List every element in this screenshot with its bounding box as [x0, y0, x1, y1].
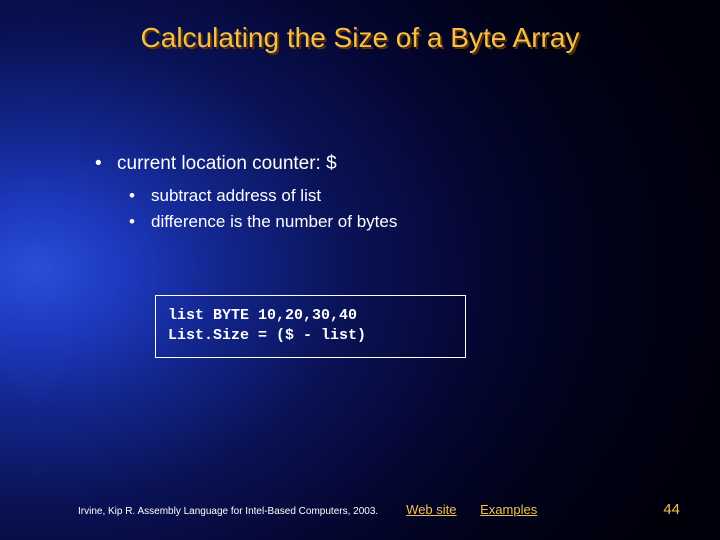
bullet-sub-1: subtract address of list: [129, 184, 660, 209]
slide: Calculating the Size of a Byte Array cur…: [0, 0, 720, 540]
footer: Irvine, Kip R. Assembly Language for Int…: [78, 501, 680, 518]
footer-links: Web site Examples: [396, 502, 547, 517]
citation-text: Irvine, Kip R. Assembly Language for Int…: [78, 506, 378, 517]
slide-body: current location counter: $ subtract add…: [95, 150, 660, 237]
link-examples[interactable]: Examples: [480, 502, 537, 517]
link-web-site[interactable]: Web site: [406, 502, 456, 517]
code-box: list BYTE 10,20,30,40 List.Size = ($ - l…: [155, 295, 466, 358]
bullet-sub-2: difference is the number of bytes: [129, 210, 660, 235]
page-number: 44: [663, 501, 680, 518]
slide-title: Calculating the Size of a Byte Array: [0, 22, 720, 54]
bullet-main: current location counter: $: [95, 150, 660, 178]
sub-bullets: subtract address of list difference is t…: [129, 184, 660, 235]
